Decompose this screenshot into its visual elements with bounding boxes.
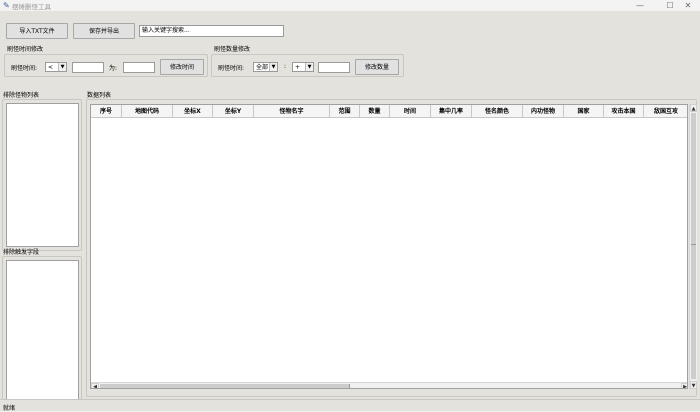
excluded-monsters-frame	[2, 99, 82, 251]
close-button[interactable]: ✕	[676, 0, 700, 11]
time-threshold-input[interactable]	[72, 62, 104, 73]
modify-count-button[interactable]: 修改数量	[355, 59, 399, 75]
excluded-triggers-list[interactable]	[6, 260, 79, 404]
column-header-range[interactable]: 范围	[330, 105, 360, 118]
count-scope-value: 全部	[256, 64, 269, 71]
app-icon: ✎	[3, 1, 10, 10]
column-header-map-code[interactable]: 地图代码	[122, 105, 173, 118]
scroll-grip	[691, 244, 696, 247]
horizontal-scrollbar[interactable]: ◀ ▶	[91, 382, 687, 388]
search-input[interactable]: 输入关键字搜索...	[139, 25, 284, 37]
scroll-down-icon[interactable]: ▼	[690, 381, 697, 389]
status-bar: 就绪	[0, 399, 700, 412]
refresh-time-group: 刷怪时间: < ▼ 为: 修改时间	[4, 54, 208, 77]
chevron-down-icon: ▼	[269, 63, 277, 71]
refresh-count-group: 刷怪时间: 全部 ▼ : + ▼ 修改数量	[211, 54, 404, 77]
column-header-time[interactable]: 时间	[390, 105, 431, 118]
refresh-count-label: 刷怪时间:	[218, 65, 245, 72]
column-header-monster-name[interactable]: 怪物名字	[254, 105, 330, 118]
scroll-right-icon[interactable]: ▶	[681, 383, 687, 388]
chevron-down-icon: ▼	[58, 63, 66, 71]
title-bar: ✎ 摆摊删怪工具 — ☐ ✕	[0, 0, 700, 11]
vertical-scrollbar[interactable]: ▲ ▼	[689, 104, 697, 389]
data-list-title: 数据列表	[87, 92, 112, 99]
table-header: 序号 地图代码 坐标X 坐标Y 怪物名字 范围 数量 时间 集中几率 怪名颜色 …	[91, 105, 687, 118]
import-txt-button[interactable]: 导入TXT文件	[6, 23, 68, 39]
column-header-count[interactable]: 数量	[360, 105, 390, 118]
window-title: 摆摊删怪工具	[12, 3, 51, 11]
column-header-y[interactable]: 坐标Y	[213, 105, 254, 118]
column-header-enemy-mutual[interactable]: 敌国互攻	[644, 105, 687, 118]
time-operator-select[interactable]: < ▼	[45, 62, 67, 72]
count-scope-select[interactable]: 全部 ▼	[253, 62, 278, 72]
refresh-count-group-title: 刷怪数量修改	[214, 46, 251, 53]
data-list-frame: 序号 地图代码 坐标X 坐标Y 怪物名字 范围 数量 时间 集中几率 怪名颜色 …	[86, 99, 697, 397]
to-label: 为:	[109, 65, 118, 72]
excluded-triggers-frame	[2, 256, 82, 408]
new-time-input[interactable]	[123, 62, 155, 73]
column-header-x[interactable]: 坐标X	[173, 105, 213, 118]
column-header-concentration[interactable]: 集中几率	[431, 105, 472, 118]
save-export-button[interactable]: 保存并导出	[73, 23, 135, 39]
horizontal-scroll-thumb[interactable]	[100, 384, 350, 388]
excluded-triggers-title: 排除触发字段	[3, 249, 40, 256]
column-header-inner-monster[interactable]: 内功怪物	[523, 105, 564, 118]
excluded-monsters-title: 排除怪物列表	[3, 92, 40, 99]
data-table[interactable]: 序号 地图代码 坐标X 坐标Y 怪物名字 范围 数量 时间 集中几率 怪名颜色 …	[90, 104, 688, 389]
refresh-time-group-title: 刷怪时间修改	[7, 46, 44, 53]
scroll-left-icon[interactable]: ◀	[91, 383, 99, 388]
refresh-time-label: 刷怪时间:	[11, 65, 38, 72]
count-operator-value: +	[295, 64, 301, 71]
column-header-name-color[interactable]: 怪名颜色	[472, 105, 523, 118]
excluded-monsters-list[interactable]	[6, 103, 79, 247]
time-operator-value: <	[48, 64, 54, 71]
scroll-grip	[349, 384, 352, 388]
modify-time-button[interactable]: 修改时间	[160, 59, 204, 75]
minimize-button[interactable]: —	[628, 0, 652, 11]
count-value-input[interactable]	[318, 62, 350, 73]
column-header-index[interactable]: 序号	[91, 105, 122, 118]
count-operator-select[interactable]: + ▼	[292, 62, 314, 72]
column-header-attack-own[interactable]: 攻击本国	[604, 105, 644, 118]
main-window: 导入TXT文件 保存并导出 输入关键字搜索... 刷怪时间修改 刷怪时间: < …	[0, 11, 700, 412]
scroll-up-icon[interactable]: ▲	[690, 104, 697, 112]
column-header-country[interactable]: 国家	[564, 105, 604, 118]
colon-label: :	[284, 63, 287, 70]
chevron-down-icon: ▼	[305, 63, 313, 71]
